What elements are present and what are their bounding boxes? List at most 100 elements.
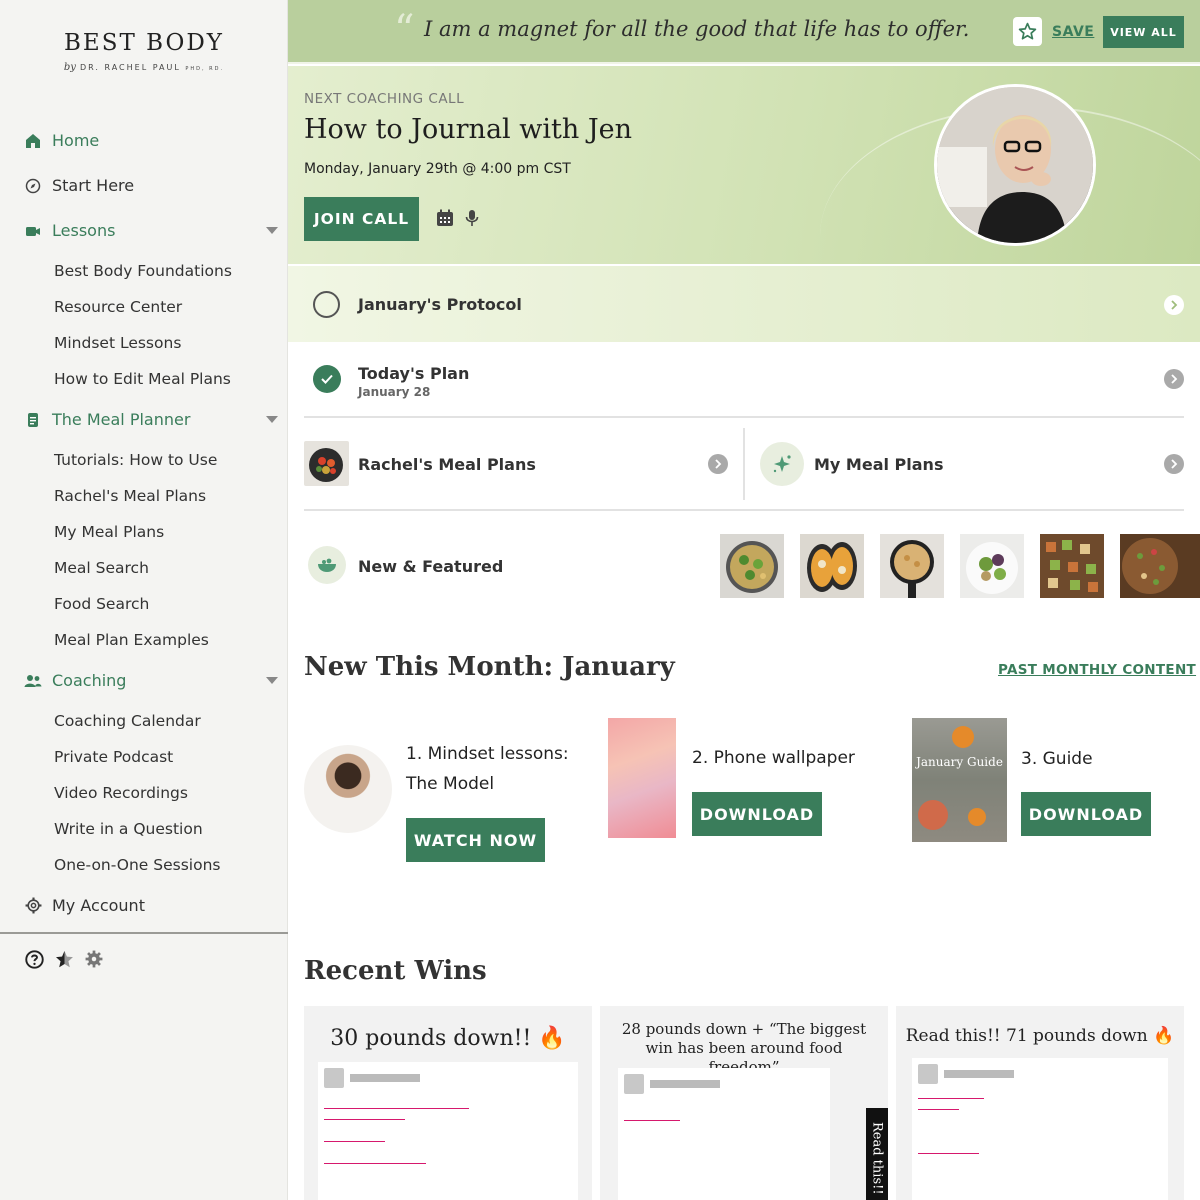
featured-meal-thumbnail[interactable] (960, 534, 1024, 598)
coaching-datetime: Monday, January 29th @ 4:00 pm CST (304, 161, 571, 177)
star-outline-icon (1018, 22, 1037, 40)
brand-subtitle: by DR. RACHEL PAUL PHD, RD. (0, 62, 288, 73)
star-half-icon[interactable] (54, 949, 74, 969)
sidebar-item-my-account[interactable]: My Account (0, 883, 288, 928)
sidebar-item-label: My Account (52, 896, 145, 915)
home-icon (24, 132, 42, 150)
sidebar-subitem-one-on-one[interactable]: One-on-One Sessions (0, 847, 288, 883)
protocol-title: January's Protocol (358, 295, 522, 314)
gear-icon (24, 897, 42, 915)
post-author (624, 1074, 720, 1094)
featured-meal-thumbnail[interactable] (1120, 534, 1200, 598)
quote-mark: “ (394, 7, 415, 53)
brand-by: by (63, 62, 76, 73)
sidebar-item-home[interactable]: Home (0, 118, 288, 163)
win-card-title: 30 pounds down!! 🔥 (330, 1026, 566, 1051)
brand-logo[interactable]: BEST BODY by DR. RACHEL PAUL PHD, RD. (0, 30, 288, 73)
chevron-right-icon[interactable] (708, 454, 728, 474)
past-monthly-content-link[interactable]: PAST MONTHLY CONTENT (998, 662, 1196, 678)
read-this-label: Read this!! (866, 1108, 888, 1200)
save-link[interactable]: SAVE (1052, 24, 1094, 40)
win-card[interactable]: 30 pounds down!! 🔥 (304, 1006, 592, 1200)
sidebar-subitem-write-question[interactable]: Write in a Question (0, 811, 288, 847)
chevron-down-icon[interactable] (266, 227, 278, 234)
document-icon (24, 411, 42, 429)
settings-icon[interactable] (84, 949, 104, 969)
sidebar-subitem-resource-center[interactable]: Resource Center (0, 289, 288, 325)
brand-suffix: PHD, RD. (185, 66, 225, 72)
sidebar-subitem-my-meal-plans[interactable]: My Meal Plans (0, 514, 288, 550)
featured-meal-thumbnail[interactable] (1040, 534, 1104, 598)
testimonial-post (912, 1058, 1168, 1200)
post-text (624, 1110, 824, 1121)
coaching-hero: NEXT COACHING CALL How to Journal with J… (288, 66, 1200, 264)
chevron-right-icon[interactable] (1164, 295, 1184, 315)
sidebar-subitem-rachels-meal-plans[interactable]: Rachel's Meal Plans (0, 478, 288, 514)
testimonial-post (618, 1068, 830, 1200)
sidebar-subitem-best-body-foundations[interactable]: Best Body Foundations (0, 253, 288, 289)
card-title-line: 1. Mindset lessons: (406, 744, 569, 764)
brand-author: DR. RACHEL PAUL (79, 63, 181, 72)
sidebar-nav: Home Start Here Lessons Best Body Founda… (0, 118, 288, 928)
chevron-down-icon[interactable] (266, 416, 278, 423)
chevron-down-icon[interactable] (266, 677, 278, 684)
sidebar-subitem-private-podcast[interactable]: Private Podcast (0, 739, 288, 775)
wallpaper-preview[interactable] (608, 718, 676, 838)
sidebar-subitem-tutorials[interactable]: Tutorials: How to Use (0, 442, 288, 478)
view-all-button[interactable]: VIEW ALL (1103, 16, 1184, 48)
watch-now-button[interactable]: WATCH NOW (406, 818, 545, 862)
guide-cover[interactable]: January Guide (912, 718, 1007, 842)
microphone-icon[interactable] (464, 209, 480, 231)
incomplete-circle-icon (313, 291, 340, 318)
featured-meal-thumbnail[interactable] (880, 534, 944, 598)
sidebar-subitem-food-search[interactable]: Food Search (0, 586, 288, 622)
coach-avatar (934, 84, 1096, 246)
sidebar-subitem-meal-plan-examples[interactable]: Meal Plan Examples (0, 622, 288, 658)
divider (304, 416, 1184, 418)
sidebar-subitem-edit-meal-plans[interactable]: How to Edit Meal Plans (0, 361, 288, 397)
new-featured-title: New & Featured (358, 557, 504, 576)
bowl-icon (308, 546, 346, 584)
sidebar-item-label: Lessons (52, 221, 116, 240)
sidebar: BEST BODY by DR. RACHEL PAUL PHD, RD. Hom… (0, 0, 288, 1200)
post-text (918, 1088, 1162, 1154)
join-call-button[interactable]: JOIN CALL (304, 197, 419, 241)
coaching-title: How to Journal with Jen (304, 114, 633, 145)
orange-decoration (952, 726, 974, 748)
skillet-thumbnail (304, 441, 349, 486)
sidebar-subitem-coaching-calendar[interactable]: Coaching Calendar (0, 703, 288, 739)
chevron-right-icon[interactable] (1164, 454, 1184, 474)
sidebar-tools (24, 949, 104, 969)
post-author (918, 1064, 1014, 1084)
sidebar-subitem-meal-search[interactable]: Meal Search (0, 550, 288, 586)
win-card[interactable]: Read this!! 71 pounds down 🔥 (896, 1006, 1184, 1200)
protocol-row[interactable]: January's Protocol (288, 266, 1200, 342)
featured-meal-thumbnail[interactable] (800, 534, 864, 598)
favorite-button[interactable] (1013, 17, 1042, 46)
sidebar-item-lessons[interactable]: Lessons (0, 208, 288, 253)
mindset-lesson-avatar (304, 745, 392, 833)
post-author (324, 1068, 420, 1088)
vertical-divider (743, 428, 745, 500)
download-button[interactable]: DOWNLOAD (692, 792, 822, 836)
card-title-line: The Model (406, 774, 495, 794)
help-icon[interactable] (24, 949, 44, 969)
guide-cover-title: January Guide (916, 755, 1003, 769)
sidebar-item-meal-planner[interactable]: The Meal Planner (0, 397, 288, 442)
win-card[interactable]: 28 pounds down + “The biggest win has be… (600, 1006, 888, 1200)
sidebar-item-start-here[interactable]: Start Here (0, 163, 288, 208)
rachels-meal-plans-label: Rachel's Meal Plans (358, 455, 536, 474)
sidebar-subitem-video-recordings[interactable]: Video Recordings (0, 775, 288, 811)
chevron-right-icon[interactable] (1164, 369, 1184, 389)
download-button[interactable]: DOWNLOAD (1021, 792, 1151, 836)
section-title: New This Month: January (304, 652, 675, 682)
todays-plan-title: Today's Plan (358, 364, 470, 383)
sidebar-item-label: Home (52, 131, 100, 150)
sidebar-item-label: The Meal Planner (52, 410, 191, 429)
post-text (324, 1098, 572, 1164)
video-icon (24, 222, 42, 240)
calendar-icon[interactable] (436, 209, 454, 231)
sidebar-subitem-mindset-lessons[interactable]: Mindset Lessons (0, 325, 288, 361)
sidebar-item-coaching[interactable]: Coaching (0, 658, 288, 703)
featured-meal-thumbnail[interactable] (720, 534, 784, 598)
